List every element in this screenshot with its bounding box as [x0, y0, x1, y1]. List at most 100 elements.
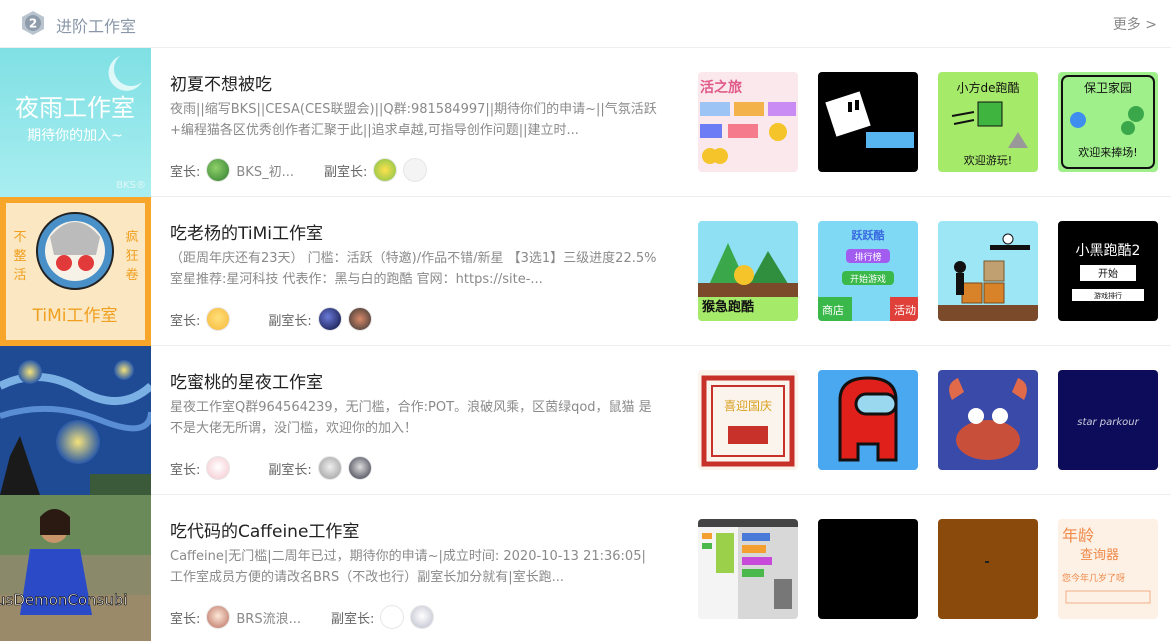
owner-label: 室长: [170, 164, 201, 180]
cover-text: 卷 [125, 267, 138, 283]
studio-description: 星夜工作室Q群964564239，无门槛，合作:POT。浪破风乘，区茵绿qod，… [170, 400, 652, 436]
work-text: 喜迎国庆 [724, 399, 772, 413]
studio-works: 年龄 查询器 您今年几岁了呀 [698, 519, 1158, 619]
studio-cover[interactable]: 不 疯 整 狂 活 卷 TiMi工作室 [0, 197, 151, 346]
deputy-label: 副室长: [268, 462, 312, 478]
owner-avatar[interactable] [206, 605, 231, 629]
studio-works: 活之旅 小方de跑酷 欢迎游玩! 保卫家园 欢迎来捧场! [698, 72, 1158, 172]
owner-label: 室长: [170, 462, 201, 478]
level-badge-number: 2 [29, 17, 37, 31]
work-text: 活之旅 [700, 79, 742, 96]
deputy-avatar[interactable] [380, 605, 405, 629]
deputy-avatar[interactable] [317, 307, 342, 331]
studio-name[interactable]: 吃老杨的TiMi工作室 [170, 219, 323, 244]
work-text: 开始游戏 [850, 273, 886, 285]
cover-text: 期待你的加入~ [27, 128, 123, 144]
studio-cover[interactable]: usDemonConsubi [0, 495, 151, 641]
work-thumbnail[interactable]: 跃跃酷 排行榜 开始游戏 商店 活动 [818, 221, 918, 321]
work-text: 小黑跑酷2 [1076, 243, 1141, 259]
cover-text: usDemonConsubi [0, 591, 128, 609]
work-thumbnail[interactable] [818, 370, 918, 470]
cover-text: 疯 [125, 229, 138, 245]
deputy-label: 副室长: [268, 313, 312, 329]
work-text: 保卫家园 [1084, 80, 1132, 95]
studio-roles: 室长: 副室长: [170, 306, 378, 332]
owner-label: 室长: [170, 611, 201, 627]
cover-text: 夜雨工作室 [15, 94, 135, 122]
work-thumbnail[interactable] [698, 519, 798, 619]
owner-name[interactable]: BKS_初... [236, 161, 294, 180]
studio-info: 初夏不想被吃 夜雨||缩写BKS||CESA(CES联盟会)||Q群:98158… [170, 48, 660, 197]
more-link[interactable]: 更多 > [1113, 14, 1157, 34]
work-text: 年龄 [1062, 526, 1094, 545]
level-badge-icon: 2 [22, 11, 44, 35]
work-text: 小方de跑酷 [956, 80, 1019, 95]
studio-info: 吃代码的Caffeine工作室 Caffeine|无门槛|二周年已过，期待你的申… [170, 495, 660, 644]
work-text: 开始 [1098, 267, 1118, 280]
studio-description: 夜雨||缩写BKS||CESA(CES联盟会)||Q群:981584997||期… [170, 102, 657, 138]
work-text: 排行榜 [854, 251, 881, 263]
work-thumbnail[interactable]: 年龄 查询器 您今年几岁了呀 [1058, 519, 1158, 619]
work-text: 查询器 [1080, 548, 1119, 563]
studio-row[interactable]: 夜雨工作室 期待你的加入~ BKS® 初夏不想被吃 夜雨||缩写BKS||CES… [0, 48, 1171, 197]
deputy-label: 副室长: [323, 164, 368, 180]
work-thumbnail[interactable]: 喜迎国庆 [698, 370, 798, 470]
studio-works: 猴急跑酷 跃跃酷 排行榜 开始游戏 商店 活动 小黑跑酷2 开始 游戏排行 [698, 221, 1158, 321]
deputy-avatar[interactable] [347, 307, 372, 331]
deputy-avatar[interactable] [410, 605, 435, 629]
studio-row[interactable]: 不 疯 整 狂 活 卷 TiMi工作室 吃老杨的TiMi工作室 （距周年庆还有2… [0, 197, 1171, 346]
studio-name[interactable]: 初夏不想被吃 [170, 70, 272, 95]
work-thumbnail[interactable]: 猴急跑酷 [698, 221, 798, 321]
deputy-avatar[interactable] [347, 456, 372, 480]
cover-text: 活 [13, 268, 26, 283]
deputy-avatar[interactable] [403, 158, 428, 182]
studio-works: 喜迎国庆 star parkour [698, 370, 1158, 470]
work-thumbnail[interactable]: 小方de跑酷 欢迎游玩! [938, 72, 1038, 172]
work-text: 商店 [822, 303, 844, 317]
owner-name[interactable]: BRS流浪... [236, 608, 301, 627]
section-title: 进阶工作室 [56, 17, 137, 36]
cover-text: BKS® [116, 180, 146, 191]
owner-avatar[interactable] [206, 456, 231, 480]
work-text: 欢迎来捧场! [1078, 145, 1137, 159]
studio-cover[interactable]: 夜雨工作室 期待你的加入~ BKS® [0, 48, 151, 197]
work-thumbnail[interactable] [818, 519, 918, 619]
studio-row[interactable]: 吃蜜桃的星夜工作室 星夜工作室Q群964564239，无门槛，合作:POT。浪破… [0, 346, 1171, 495]
work-thumbnail[interactable] [818, 72, 918, 172]
studio-cover[interactable] [0, 346, 151, 495]
owner-avatar[interactable] [206, 307, 231, 331]
studio-roles: 室长: BKS_初... 副室长: [170, 157, 433, 183]
work-thumbnail[interactable]: 小黑跑酷2 开始 游戏排行 [1058, 221, 1158, 321]
cover-text: 整 [13, 249, 26, 264]
studio-description: Caffeine|无门槛|二周年已过，期待你的申请~|成立时间: 2020-10… [170, 549, 646, 585]
section-header: 2 进阶工作室 更多 > [0, 0, 1171, 48]
work-text: 欢迎游玩! [964, 153, 1012, 167]
work-text: 您今年几岁了呀 [1062, 572, 1125, 584]
cover-text: TiMi工作室 [32, 306, 118, 326]
studio-info: 吃老杨的TiMi工作室 （距周年庆还有23天） 门槛：活跃（特邀)/作品不错/新… [170, 197, 660, 346]
studio-description: （距周年庆还有23天） 门槛：活跃（特邀)/作品不错/新星 【3选1】三级进度2… [170, 251, 657, 287]
studio-name[interactable]: 吃代码的Caffeine工作室 [170, 517, 359, 542]
work-text: 活动 [894, 304, 916, 317]
studio-info: 吃蜜桃的星夜工作室 星夜工作室Q群964564239，无门槛，合作:POT。浪破… [170, 346, 660, 495]
deputy-avatar[interactable] [373, 158, 398, 182]
work-thumbnail[interactable]: 保卫家园 欢迎来捧场! [1058, 72, 1158, 172]
work-text: 猴急跑酷 [702, 299, 754, 315]
owner-avatar[interactable] [206, 158, 231, 182]
cover-text: 狂 [125, 249, 138, 264]
work-text: star parkour [1077, 417, 1139, 428]
studio-roles: 室长: 副室长: [170, 455, 378, 481]
cover-text: 不 [13, 230, 26, 245]
studio-row[interactable]: usDemonConsubi 吃代码的Caffeine工作室 Caffeine|… [0, 495, 1171, 641]
work-thumbnail[interactable] [938, 370, 1038, 470]
owner-label: 室长: [170, 313, 201, 329]
work-thumbnail[interactable] [938, 221, 1038, 321]
deputy-avatar[interactable] [317, 456, 342, 480]
studio-roles: 室长: BRS流浪... 副室长: [170, 604, 440, 630]
work-thumbnail[interactable]: star parkour [1058, 370, 1158, 470]
work-text: 游戏排行 [1094, 291, 1122, 300]
studio-name[interactable]: 吃蜜桃的星夜工作室 [170, 368, 323, 393]
work-text: 跃跃酷 [852, 228, 885, 242]
work-thumbnail[interactable] [938, 519, 1038, 619]
work-thumbnail[interactable]: 活之旅 [698, 72, 798, 172]
